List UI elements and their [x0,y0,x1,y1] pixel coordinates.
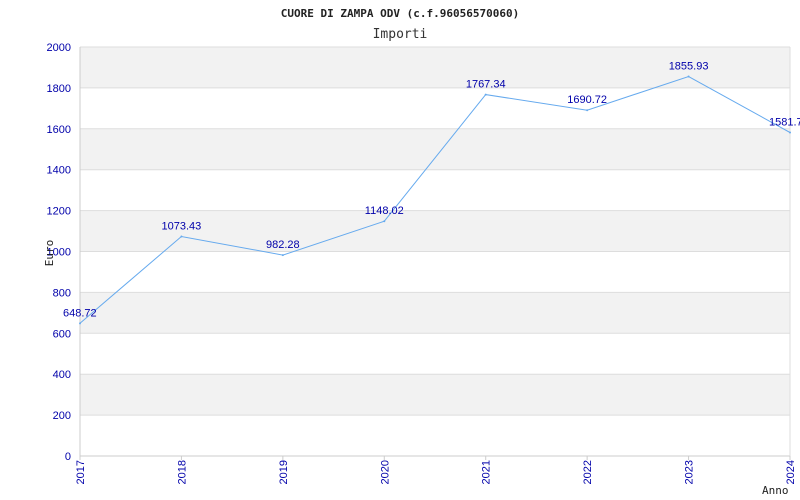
data-label: 1073.43 [162,220,202,232]
data-label: 982.28 [266,239,300,251]
y-tick-label: 800 [53,287,71,299]
y-axis-label: Euro [43,240,56,267]
y-tick-label: 1600 [47,124,71,136]
data-label: 1148.02 [365,205,404,217]
y-tick-label: 0 [65,451,71,463]
x-axis-ticks: 2017 2018 2019 2020 2021 2022 2023 2024 [75,456,797,484]
y-tick-label: 200 [53,410,71,422]
x-tick-label: 2020 [379,460,391,484]
x-tick-label: 2018 [176,460,188,484]
data-point [180,235,183,238]
data-point [383,220,386,223]
chart-subtitle: Importi [373,27,428,42]
data-label: 1767.34 [466,79,506,91]
y-tick-label: 1800 [47,83,71,95]
series-layer [79,75,791,325]
data-point [484,93,487,96]
plot-band [80,128,790,170]
data-label: 1855.93 [669,60,709,72]
x-tick-label: 2022 [582,460,594,484]
series-line [79,75,791,324]
data-label: 648.72 [63,307,97,319]
data-point [789,131,791,134]
chart-title: CUORE DI ZAMPA ODV (c.f.96056570060) [281,7,519,20]
x-tick-label: 2023 [684,460,696,484]
x-tick-label: 2019 [278,460,290,484]
x-tick-label: 2017 [75,460,87,484]
x-axis-label: Anno [762,484,789,497]
data-label: 1690.72 [567,94,607,106]
data-point [687,75,690,78]
plot-band [80,374,790,416]
x-tick-label: 2024 [785,460,797,484]
y-tick-label: 2000 [47,42,71,54]
line-chart: CUORE DI ZAMPA ODV (c.f.96056570060) Imp… [43,7,800,497]
y-tick-label: 400 [53,369,71,381]
data-point [281,254,284,257]
y-tick-label: 1200 [47,206,71,218]
data-point [586,109,589,112]
y-tick-label: 1400 [47,165,71,177]
plot-band [80,292,790,334]
x-tick-label: 2021 [481,460,493,484]
data-label: 1581.7 [769,117,800,129]
y-tick-label: 600 [53,328,71,340]
data-labels: 648.72 1073.43 982.28 1148.02 1767.34 1690.72… [63,60,800,319]
data-point [79,322,81,325]
